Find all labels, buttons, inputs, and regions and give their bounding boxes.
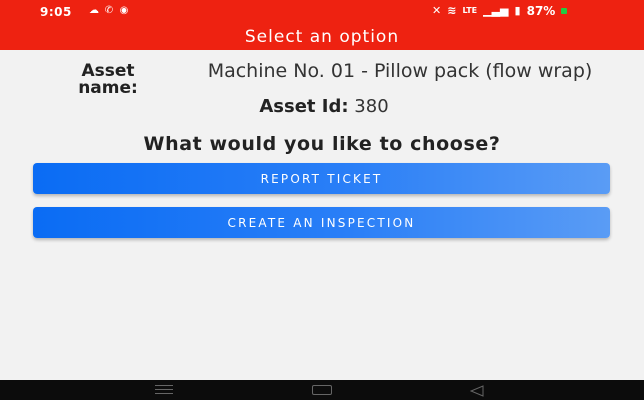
- asset-name-label: Asset name:: [78, 61, 138, 98]
- cloud-icon: ☁: [89, 5, 99, 16]
- whatsapp-icon: ◉: [119, 5, 129, 16]
- system-icons: ✕ ≋ LTE ▁▃▅ ▮ 87%: [432, 4, 568, 18]
- signal-icon: ▁▃▅: [483, 4, 509, 17]
- notification-icons: ☁ ✆ ◉: [88, 5, 130, 17]
- menu-icon[interactable]: [155, 385, 173, 395]
- charging-indicator-icon: [561, 8, 568, 14]
- mute-icon: ✕: [432, 4, 442, 17]
- asset-id-label: Asset Id:: [259, 96, 349, 117]
- lte-icon: LTE: [462, 6, 478, 15]
- app-header: 9:05 ☁ ✆ ◉ ✕ ≋ LTE ▁▃▅ ▮ 87% Select an o…: [0, 0, 644, 50]
- page-title: Select an option: [244, 27, 400, 47]
- back-icon[interactable]: [469, 384, 484, 400]
- phone-icon: ✆: [104, 5, 114, 16]
- battery-percentage: 87%: [526, 4, 556, 18]
- system-nav-bar: [0, 380, 644, 400]
- status-time: 9:05: [40, 5, 72, 19]
- home-icon[interactable]: [312, 385, 332, 395]
- wifi-icon: ≋: [447, 4, 457, 17]
- battery-icon: ▮: [514, 4, 521, 17]
- asset-name-value: Machine No. 01 - Pillow pack (flow wrap): [207, 60, 593, 82]
- asset-id-row: Asset Id: 380: [0, 96, 644, 117]
- report-ticket-button[interactable]: REPORT TICKET: [33, 163, 610, 194]
- status-bar: 9:05 ☁ ✆ ◉ ✕ ≋ LTE ▁▃▅ ▮ 87%: [0, 0, 644, 24]
- create-inspection-button[interactable]: CREATE AN INSPECTION: [33, 207, 610, 238]
- choice-question: What would you like to choose?: [143, 133, 501, 155]
- asset-id-value: 380: [354, 96, 389, 117]
